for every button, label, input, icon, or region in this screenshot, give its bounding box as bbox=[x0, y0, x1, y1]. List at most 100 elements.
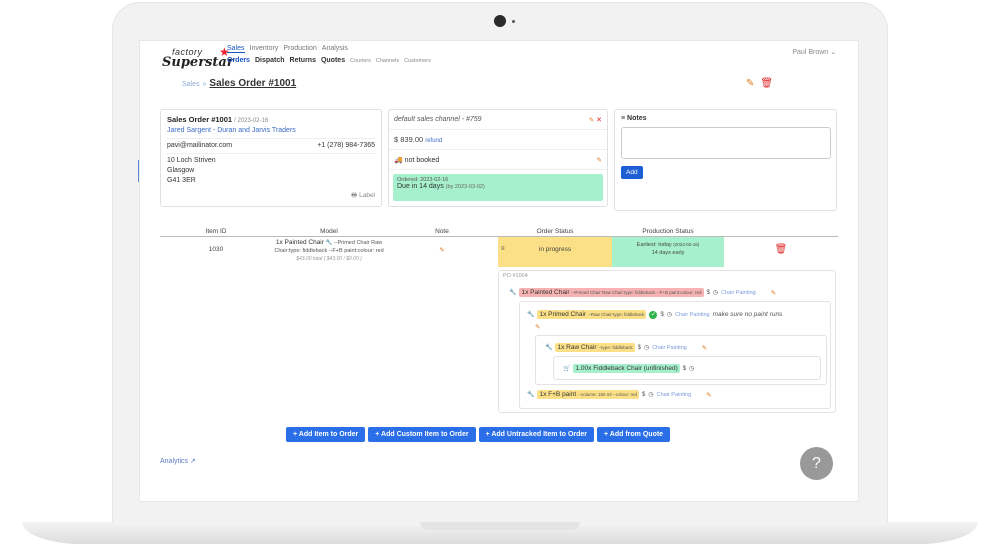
wrench-icon: 🔧 bbox=[527, 312, 535, 318]
order-status-cell[interactable]: ≡ in progress bbox=[498, 237, 612, 267]
clock-icon[interactable]: ◷ bbox=[644, 344, 649, 351]
camera-icon bbox=[494, 15, 506, 27]
nav-sales[interactable]: Sales bbox=[227, 45, 245, 53]
process-link[interactable]: Chair Painting bbox=[652, 345, 687, 351]
address-line: 10 Loch Striven bbox=[167, 157, 216, 164]
laptop-notch bbox=[420, 522, 580, 530]
printer-icon: 🖶 bbox=[351, 192, 358, 199]
table-header: Item ID Model Note Order Status Producti… bbox=[160, 226, 838, 237]
list-item: 🛒 1.00x Fiddleback Chair (unfinished) $ … bbox=[563, 364, 694, 373]
shipping-row: 🚚 not booked ✎ bbox=[389, 150, 607, 170]
customer-phone: +1 (278) 984-7365 bbox=[317, 142, 375, 149]
trend-icon: ↗ bbox=[189, 458, 196, 465]
process-link[interactable]: Chair Painting bbox=[721, 290, 756, 296]
drag-handle-icon[interactable]: ≡ bbox=[501, 246, 505, 252]
add-note-button[interactable]: Add bbox=[621, 166, 643, 179]
order-amount: $ 839.00 bbox=[394, 135, 424, 144]
label-button[interactable]: 🖶 Label bbox=[351, 191, 375, 201]
pencil-icon[interactable]: ✎ bbox=[746, 78, 754, 89]
trash-icon[interactable]: 🗑 bbox=[724, 237, 838, 267]
breadcrumb-separator: » bbox=[202, 81, 207, 88]
po-item-pill: 1x Primed Chair --Raw Chair:type: fiddle… bbox=[537, 310, 647, 319]
camera-indicator bbox=[512, 20, 515, 23]
production-status-cell: Earliest: today (2023-02-16) 14 days ear… bbox=[612, 237, 724, 267]
refund-link[interactable]: refund bbox=[425, 138, 442, 144]
list-icon: ≡ bbox=[621, 115, 626, 122]
order-heading: Sales Order #1001 / 2023-02-16 bbox=[167, 115, 269, 124]
customer-link[interactable]: Jared Sargent - Duran and Jarvis Traders bbox=[167, 126, 375, 139]
brand-logo[interactable]: factory Superstar ★ bbox=[162, 45, 234, 73]
channel-panel: default sales channel - #759 ✎ ✕ $ 839.0… bbox=[388, 109, 608, 207]
customer-email: pavi@mailinator.com bbox=[167, 142, 233, 149]
process-link[interactable]: Chair Painting bbox=[657, 392, 692, 398]
clock-icon[interactable]: ◷ bbox=[713, 289, 718, 296]
wrench-icon: 🔧 bbox=[545, 345, 553, 351]
dollar-icon[interactable]: $ bbox=[660, 312, 663, 318]
address-line: Glasgow bbox=[167, 167, 195, 174]
subnav-quotes[interactable]: Quotes bbox=[321, 57, 345, 64]
trash-icon[interactable]: 🗑 bbox=[760, 78, 773, 89]
check-icon: ✓ bbox=[649, 310, 658, 319]
add-item-button[interactable]: + Add Item to Order bbox=[286, 427, 366, 442]
user-menu[interactable]: Paul Brown ⌄ bbox=[792, 48, 836, 56]
pencil-icon[interactable]: ✎ bbox=[535, 323, 540, 331]
close-icon[interactable]: ✕ bbox=[596, 117, 602, 124]
subnav-channels[interactable]: Channels bbox=[376, 58, 399, 64]
pencil-icon[interactable]: ✎ bbox=[597, 156, 602, 164]
col-note: Note bbox=[435, 227, 449, 235]
prod-earliest-date: (2023-02-16) bbox=[673, 242, 700, 247]
clock-icon[interactable]: ◷ bbox=[689, 365, 694, 372]
po-item-pill: 1x Raw Chair --type: fiddleback bbox=[555, 343, 635, 352]
order-date: / 2023-02-16 bbox=[234, 118, 269, 124]
subnav-customers[interactable]: Customers bbox=[404, 58, 431, 64]
due-text: Due in 14 days bbox=[397, 183, 444, 190]
add-custom-item-button[interactable]: + Add Custom Item to Order bbox=[368, 427, 476, 442]
chevron-down-icon: ⌄ bbox=[830, 49, 836, 56]
subnav-orders[interactable]: Orders bbox=[227, 57, 250, 64]
nav-production[interactable]: Production bbox=[283, 45, 316, 53]
po-item-pill: 1.00x Fiddleback Chair (unfinished) bbox=[573, 364, 680, 373]
add-from-quote-button[interactable]: + Add from Quote bbox=[597, 427, 671, 442]
pencil-icon[interactable]: ✎ bbox=[386, 237, 498, 267]
subnav-couriers[interactable]: Couriers bbox=[350, 58, 371, 64]
notes-input[interactable] bbox=[621, 127, 831, 159]
wrench-icon: 🔧 bbox=[325, 240, 333, 246]
due-by: (by 2023-03-02) bbox=[445, 184, 485, 190]
analytics-link[interactable]: Analytics ↗ bbox=[160, 457, 196, 465]
col-production-status: Production Status bbox=[642, 227, 694, 235]
add-untracked-item-button[interactable]: + Add Untracked Item to Order bbox=[478, 427, 595, 442]
user-name: Paul Brown bbox=[792, 49, 829, 56]
pencil-icon[interactable]: ✎ bbox=[702, 344, 707, 352]
list-item: 🔧 1x F+B paint --volume: 150 ml --colour… bbox=[527, 390, 712, 399]
due-badge: Ordered: 2023-02-16 Due in 14 days (by 2… bbox=[393, 174, 603, 201]
subnav-returns[interactable]: Returns bbox=[290, 57, 316, 64]
dollar-icon[interactable]: $ bbox=[638, 345, 641, 351]
subnav-dispatch[interactable]: Dispatch bbox=[255, 57, 285, 64]
pencil-icon[interactable]: ✎ bbox=[706, 391, 711, 399]
clock-icon[interactable]: ◷ bbox=[667, 311, 672, 318]
col-order-status: Order Status bbox=[536, 227, 574, 235]
truck-icon: 🚚 bbox=[394, 156, 403, 164]
channel-row: default sales channel - #759 ✎ ✕ bbox=[389, 110, 607, 130]
nav-inventory[interactable]: Inventory bbox=[250, 45, 279, 53]
production-order-tree: PO #1004 🔧 1x Painted Chair --Primed Cha… bbox=[498, 270, 836, 413]
clock-icon[interactable]: ◷ bbox=[648, 391, 653, 398]
pencil-icon[interactable]: ✎ bbox=[589, 117, 594, 124]
list-item: 🔧 1x Primed Chair --Raw Chair:type: fidd… bbox=[527, 310, 782, 319]
breadcrumb-sales[interactable]: Sales bbox=[182, 81, 200, 88]
help-button[interactable]: ? bbox=[800, 447, 833, 480]
list-item: 🔧 1x Painted Chair --Primed Chair Raw Ch… bbox=[509, 288, 776, 297]
notes-panel: ≡ Notes Add bbox=[614, 109, 837, 211]
dollar-icon[interactable]: $ bbox=[707, 290, 710, 296]
col-item-id: Item ID bbox=[205, 227, 227, 235]
item-id: 1030 bbox=[208, 246, 224, 253]
dollar-icon[interactable]: $ bbox=[642, 392, 645, 398]
pencil-icon[interactable]: ✎ bbox=[771, 289, 776, 297]
nav-analysis[interactable]: Analysis bbox=[322, 45, 348, 53]
process-link[interactable]: Chair Painting bbox=[675, 312, 710, 318]
dollar-icon[interactable]: $ bbox=[683, 366, 686, 372]
amount-row: $ 839.00 refund bbox=[389, 130, 607, 150]
address-line: G41 3ER bbox=[167, 177, 196, 184]
notes-title: Notes bbox=[627, 115, 647, 122]
prod-early: 14 days early bbox=[651, 250, 685, 256]
